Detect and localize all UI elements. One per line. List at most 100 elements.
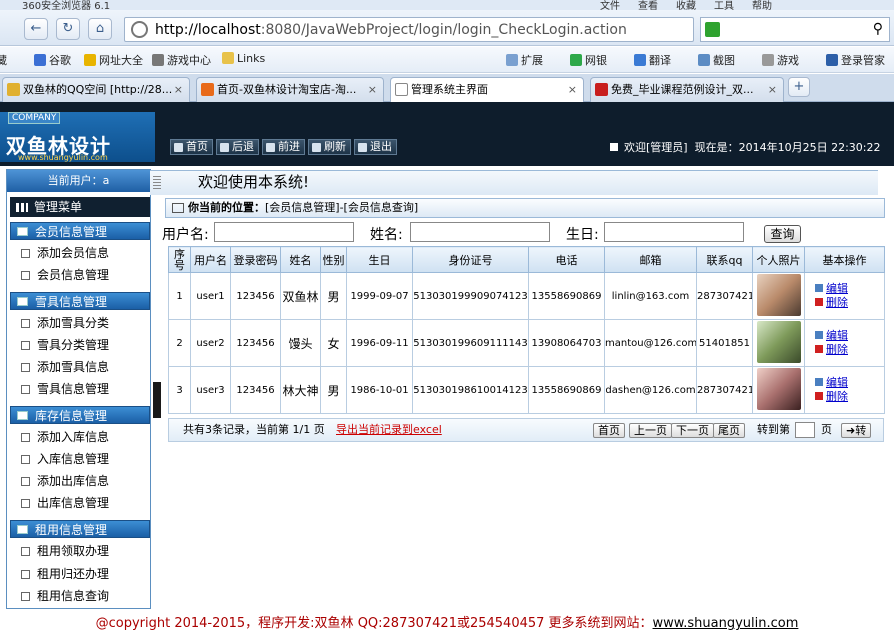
header-email: 邮箱 xyxy=(604,246,697,273)
goto-label: 转到第 xyxy=(757,423,790,436)
sidebar-item-gear-category-manage[interactable]: 雪具分类管理 xyxy=(21,337,109,353)
header-qq: 联系qq xyxy=(696,246,753,273)
address-bar[interactable]: http://localhost:8080/JavaWebProject/log… xyxy=(124,17,694,42)
search-box[interactable]: ⚲ xyxy=(700,17,890,42)
folder-icon xyxy=(17,411,28,420)
fav-extensions[interactable]: 扩展 xyxy=(506,52,543,68)
footer-site-link[interactable]: www.shuangyulin.com xyxy=(653,616,799,631)
username-input[interactable] xyxy=(214,222,354,242)
fav-screenshot[interactable]: 截图 xyxy=(698,52,735,68)
back-icon[interactable]: ← xyxy=(24,18,48,40)
close-icon[interactable]: × xyxy=(174,78,183,102)
menu-view[interactable]: 查看 xyxy=(638,0,658,10)
sidebar-item-add-gear[interactable]: 添加雪具信息 xyxy=(21,359,109,375)
go-button[interactable]: ➜转 xyxy=(841,423,872,438)
sidebar-item-member-manage[interactable]: 会员信息管理 xyxy=(21,267,109,283)
edit-link[interactable]: 编辑 xyxy=(815,329,884,343)
tab-admin-main[interactable]: 管理系统主界面 × xyxy=(390,77,584,103)
refresh-icon xyxy=(312,143,321,152)
refresh-button[interactable]: 刷新 xyxy=(308,139,351,155)
logout-button[interactable]: 退出 xyxy=(354,139,397,155)
delete-link[interactable]: 删除 xyxy=(815,343,884,357)
sidebar-item-rental-query[interactable]: 租用信息查询 xyxy=(21,588,109,604)
sidebar-item-add-stock-in[interactable]: 添加入库信息 xyxy=(21,429,109,445)
google-icon xyxy=(34,54,46,66)
next-page-button[interactable]: 下一页 xyxy=(671,423,714,438)
folder-icon xyxy=(17,525,28,534)
header-id-card: 身份证号 xyxy=(412,246,529,273)
group-inventory[interactable]: 库存信息管理 xyxy=(10,406,150,424)
sidebar-item-add-member[interactable]: 添加会员信息 xyxy=(21,245,109,261)
sidebar-item-stock-in-manage[interactable]: 入库信息管理 xyxy=(21,451,109,467)
new-tab-icon[interactable]: + xyxy=(788,77,810,97)
pager: 共有3条记录，当前第 1/1 页 导出当前记录到excel 首页 上一页 下一页… xyxy=(168,418,884,442)
goto-page-input[interactable] xyxy=(795,422,815,438)
delete-link[interactable]: 删除 xyxy=(815,296,884,310)
table-row: 1 user1 123456 双鱼林 男 1999-09-07 51303019… xyxy=(168,272,885,320)
birthday-input[interactable] xyxy=(604,222,744,242)
delete-link[interactable]: 删除 xyxy=(815,390,884,404)
fav-login-manager[interactable]: 登录管家 xyxy=(826,52,885,68)
edit-link[interactable]: 编辑 xyxy=(815,376,884,390)
back-button[interactable]: 后退 xyxy=(216,139,259,155)
fav-games[interactable]: 游戏 xyxy=(762,52,799,68)
fav-banking[interactable]: 网银 xyxy=(570,52,607,68)
welcome-bar: 欢迎使用本系统! xyxy=(150,170,878,195)
edit-link[interactable]: 编辑 xyxy=(815,282,884,296)
location-icon xyxy=(172,203,184,213)
menu-file[interactable]: 文件 xyxy=(600,0,620,10)
last-page-button[interactable]: 尾页 xyxy=(713,423,745,438)
close-icon[interactable]: × xyxy=(768,78,777,102)
home-button[interactable]: 首页 xyxy=(170,139,213,155)
menu-help[interactable]: 帮助 xyxy=(752,0,772,10)
arrow-right-icon xyxy=(266,143,275,152)
sidebar-collapse-handle[interactable] xyxy=(153,382,161,418)
close-icon[interactable]: × xyxy=(368,78,377,102)
group-rental[interactable]: 租用信息管理 xyxy=(10,520,150,538)
delete-icon xyxy=(815,345,823,353)
tab-taobao[interactable]: 首页-双鱼林设计淘宝店-淘... × xyxy=(196,77,384,102)
site-icon xyxy=(595,83,608,96)
close-icon[interactable]: × xyxy=(568,78,577,102)
menu-tools[interactable]: 工具 xyxy=(714,0,734,10)
page-icon xyxy=(395,83,408,96)
sidebar-item-gear-manage[interactable]: 雪具信息管理 xyxy=(21,381,109,397)
header-birthday: 生日 xyxy=(346,246,413,273)
export-excel-link[interactable]: 导出当前记录到excel xyxy=(336,419,442,441)
user-photo[interactable] xyxy=(756,273,801,316)
sidebar-item-stock-out-manage[interactable]: 出库信息管理 xyxy=(21,495,109,511)
query-button[interactable]: 查询 xyxy=(764,225,801,243)
first-page-button[interactable]: 首页 xyxy=(593,423,625,438)
sidebar-item-add-stock-out[interactable]: 添加出库信息 xyxy=(21,473,109,489)
arrow-left-icon xyxy=(220,143,229,152)
header-gender: 性别 xyxy=(320,246,347,273)
fav-translate[interactable]: 翻译 xyxy=(634,52,671,68)
app-header: COMPANY 双鱼林设计 www.shuangyulin.com 首页 后退 … xyxy=(0,102,894,166)
header-actions: 基本操作 xyxy=(804,246,885,273)
refresh-icon[interactable]: ↻ xyxy=(56,18,80,40)
name-input[interactable] xyxy=(410,222,550,242)
fav-game-center[interactable]: 游戏中心 xyxy=(152,52,211,68)
user-photo[interactable] xyxy=(756,320,801,363)
sidebar-item-rental-pickup[interactable]: 租用领取办理 xyxy=(21,543,109,559)
fav-site-directory[interactable]: 网址大全 xyxy=(84,52,143,68)
fav-collections[interactable]: 藏 xyxy=(0,52,7,68)
prev-page-button[interactable]: 上一页 xyxy=(629,423,672,438)
tab-qq-space[interactable]: 双鱼林的QQ空间 [http://28... × xyxy=(2,77,190,102)
footer: @copyright 2014-2015，程序开发:双鱼林 QQ:2873074… xyxy=(95,616,799,631)
home-icon[interactable]: ⌂ xyxy=(88,18,112,40)
search-icon[interactable]: ⚲ xyxy=(873,21,883,37)
fav-links[interactable]: Links xyxy=(222,52,265,65)
forward-button[interactable]: 前进 xyxy=(262,139,305,155)
fav-google[interactable]: 谷歌 xyxy=(34,52,71,68)
name-label: 姓名: xyxy=(370,227,403,243)
menu-favorites[interactable]: 收藏 xyxy=(676,0,696,10)
group-member[interactable]: 会员信息管理 xyxy=(10,222,150,240)
tab-free-course[interactable]: 免费_毕业课程范例设计_双... × xyxy=(590,77,784,102)
browser-title: 360安全浏览器 6.1 xyxy=(22,1,111,10)
group-ski-gear[interactable]: 雪具信息管理 xyxy=(10,292,150,310)
username-label: 用户名: xyxy=(162,227,209,243)
sidebar-item-add-gear-category[interactable]: 添加雪具分类 xyxy=(21,315,109,331)
sidebar-item-rental-return[interactable]: 租用归还办理 xyxy=(21,566,109,582)
user-photo[interactable] xyxy=(756,367,801,410)
